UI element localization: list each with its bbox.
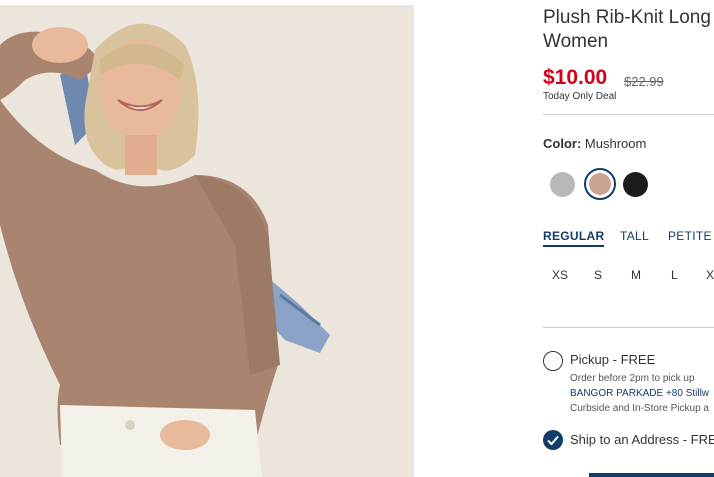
pickup-radio[interactable]	[543, 351, 563, 371]
pickup-cutoff-text: Order before 2pm to pick up	[570, 373, 695, 384]
add-to-bag-button[interactable]	[589, 473, 714, 477]
fit-tab-petite[interactable]: PETITE	[668, 229, 712, 243]
size-option[interactable]: XS	[552, 268, 568, 282]
pickup-label: Pickup - FREE	[570, 352, 656, 367]
product-title: Plush Rib-Knit Long	[543, 7, 711, 28]
color-label-title: Color:	[543, 136, 582, 151]
size-option[interactable]: M	[631, 268, 641, 282]
ship-label: Ship to an Address - FRE	[570, 432, 714, 447]
swatch-black[interactable]	[623, 172, 648, 197]
size-option[interactable]: X	[706, 268, 714, 282]
sale-price: $10.00	[543, 66, 608, 89]
product-image	[0, 5, 414, 477]
size-option[interactable]: L	[671, 268, 678, 282]
product-details-panel: Plush Rib-Knit Long Women $10.00 $22.99 …	[543, 0, 714, 477]
pickup-store-link[interactable]: BANGOR PARKADE +80 Stillw	[570, 388, 709, 399]
fit-tab-tall[interactable]: TALL	[620, 229, 649, 243]
deal-label: Today Only Deal	[543, 91, 617, 102]
swatch-heather-gray[interactable]	[550, 172, 575, 197]
pickup-options-text: Curbside and In-Store Pickup a	[570, 403, 709, 414]
swatch-mushroom[interactable]	[589, 173, 611, 195]
fit-tab-regular[interactable]: REGULAR	[543, 229, 605, 247]
color-label: Color: Mushroom	[543, 136, 646, 151]
original-price: $22.99	[624, 74, 664, 89]
selected-color-name: Mushroom	[584, 136, 647, 151]
ship-radio[interactable]	[543, 430, 563, 450]
product-title-line2: Women	[543, 31, 609, 52]
divider	[543, 114, 714, 115]
swatch-mushroom-selected-ring[interactable]	[584, 168, 616, 200]
divider	[543, 327, 714, 328]
checkmark-icon	[547, 435, 559, 446]
size-option[interactable]: S	[594, 268, 602, 282]
